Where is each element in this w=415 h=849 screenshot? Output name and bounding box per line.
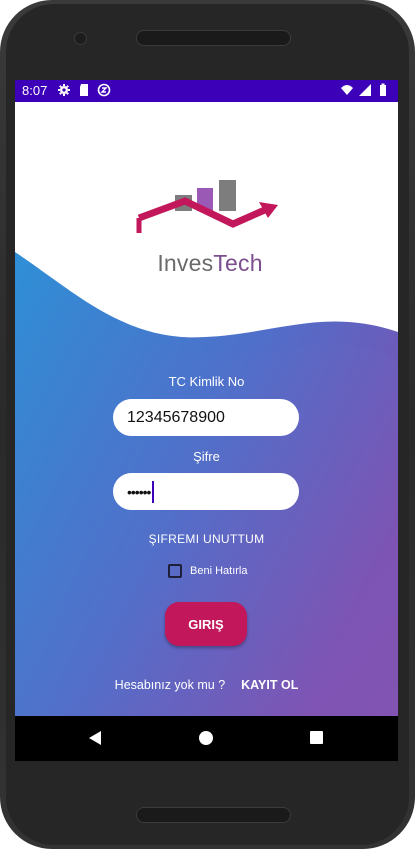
screen: 8:07 InvesTech TC Kimlik No 12345678900 …	[15, 80, 398, 761]
no-account-text: Hesabınız yok mu ?	[114, 678, 226, 692]
navigation-bar	[15, 716, 398, 761]
signal-icon	[359, 84, 371, 96]
text-cursor	[152, 480, 155, 503]
tc-input-value: 12345678900	[127, 408, 225, 426]
sd-card-icon	[80, 84, 88, 96]
back-icon[interactable]	[89, 731, 101, 745]
register-row: Hesabınız yok mu ? KAYIT OL	[15, 678, 398, 692]
phone-frame: 8:07 InvesTech TC Kimlik No 12345678900 …	[0, 0, 415, 849]
forgot-password-link[interactable]: ŞIFREMI UNUTTUM	[15, 532, 398, 546]
remember-me[interactable]: Beni Hatırla	[168, 564, 247, 578]
logo-graphic	[136, 180, 278, 233]
password-input-value: ••••••	[127, 483, 151, 500]
login-screen: InvesTech TC Kimlik No 12345678900 Şifre…	[15, 102, 398, 716]
tc-input[interactable]: 12345678900	[113, 399, 299, 436]
top-speaker	[136, 30, 291, 46]
investech-logo: InvesTech	[135, 178, 285, 278]
gear-icon	[58, 84, 70, 96]
recents-icon[interactable]	[310, 731, 323, 744]
battery-icon	[380, 83, 386, 96]
front-camera	[74, 32, 87, 45]
remember-label: Beni Hatırla	[190, 565, 248, 577]
login-button[interactable]: GIRIŞ	[165, 602, 247, 646]
bottom-speaker	[136, 807, 291, 823]
home-icon[interactable]	[199, 731, 213, 745]
password-input[interactable]: ••••••	[113, 473, 299, 510]
tc-label: TC Kimlik No	[168, 374, 245, 389]
logo-text: InvesTech	[157, 250, 263, 276]
register-link[interactable]: KAYIT OL	[241, 678, 298, 692]
status-right-icons	[340, 83, 390, 97]
sync-icon	[97, 83, 111, 97]
status-left-icons	[57, 83, 111, 97]
wifi-icon	[341, 85, 353, 95]
status-time: 8:07	[22, 83, 48, 98]
remember-checkbox[interactable]	[168, 564, 182, 578]
status-bar: 8:07	[15, 80, 398, 102]
password-label: Şifre	[193, 449, 220, 464]
